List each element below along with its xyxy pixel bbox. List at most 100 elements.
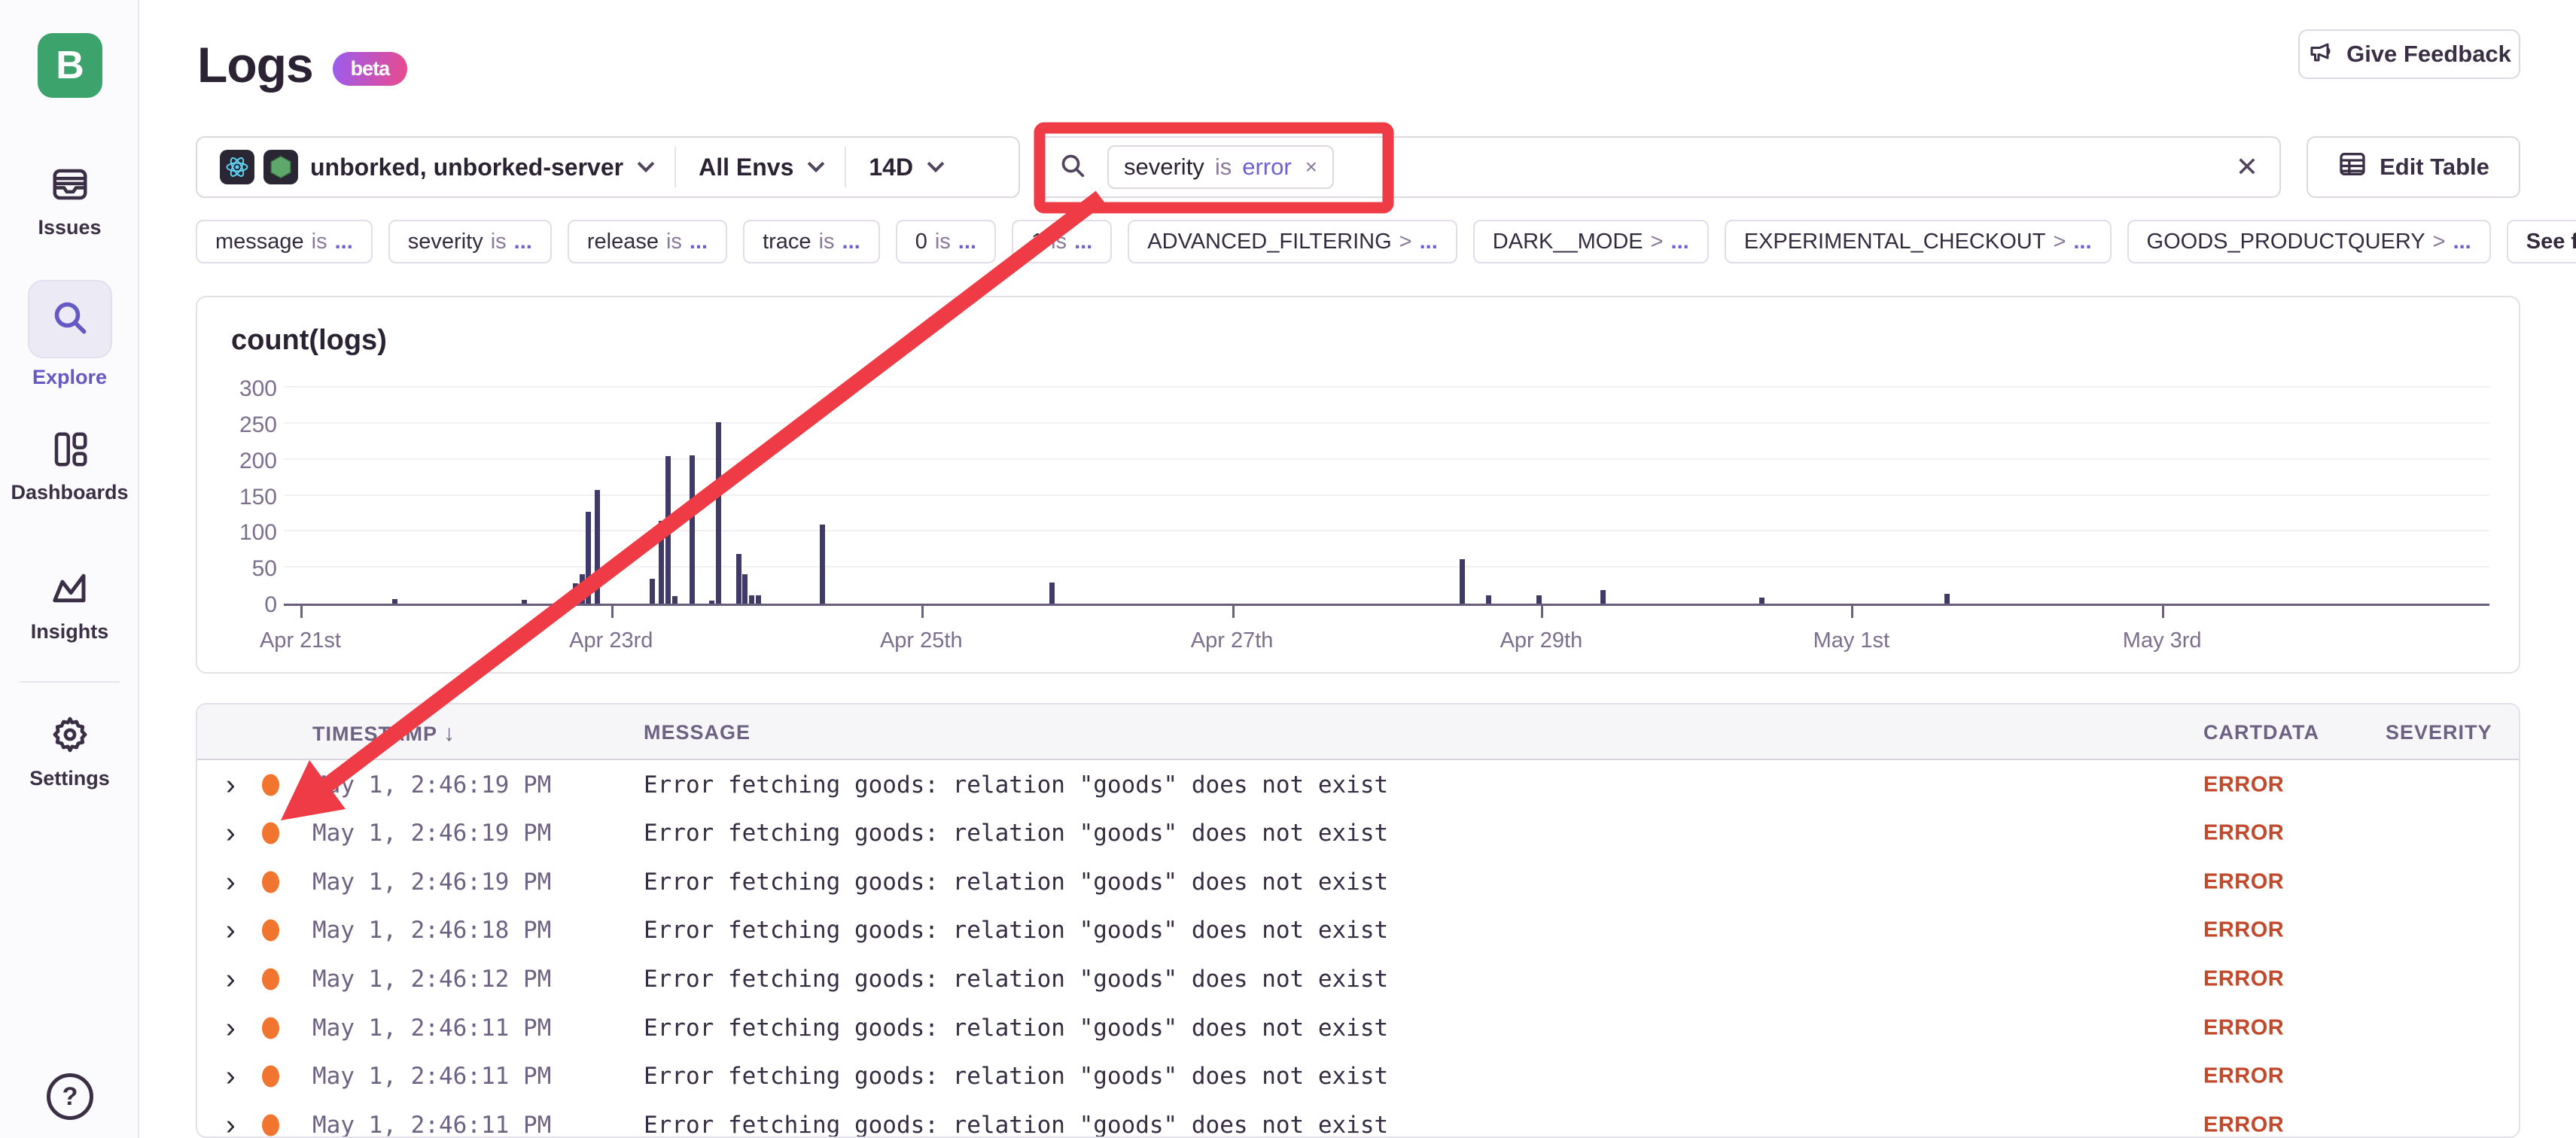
chip-value: ... (1420, 230, 1438, 254)
sidebar-item-explore[interactable]: Explore (0, 280, 139, 389)
clear-search-icon[interactable]: ✕ (2236, 151, 2258, 183)
expand-row-chevron-icon[interactable]: › (226, 1014, 236, 1042)
column-header-severity[interactable]: SEVERITY (2386, 721, 2492, 744)
gear-icon (49, 746, 91, 759)
chip-operator: > (1651, 230, 1664, 254)
help-question-mark: ? (62, 1082, 78, 1112)
chart-bar (1600, 590, 1606, 604)
date-range-selector[interactable]: 14D (846, 138, 964, 196)
expand-row-chevron-icon[interactable]: › (226, 965, 236, 993)
log-timestamp: May 1, 2:46:18 PM (312, 917, 551, 944)
filter-chip-trace[interactable]: traceis... (743, 220, 880, 263)
search-filter-token[interactable]: severity is error × (1107, 145, 1334, 189)
environment-selector[interactable]: All Envs (676, 138, 845, 196)
filter-chip-release[interactable]: releaseis... (568, 220, 727, 263)
column-header-timestamp[interactable]: TIMESTAMP ↓ (312, 721, 455, 747)
sort-descending-icon: ↓ (443, 721, 455, 746)
chart-plot-area[interactable]: Apr 21stApr 23rdApr 25thApr 27thApr 29th… (284, 390, 2489, 606)
org-logo[interactable]: B (38, 33, 102, 98)
token-value: error (1242, 154, 1291, 181)
project-selector[interactable]: unborked, unborked-server (197, 138, 674, 196)
sidebar-item-dashboards[interactable]: Dashboards (0, 429, 139, 504)
chart-title: count(logs) (231, 324, 387, 357)
give-feedback-button[interactable]: Give Feedback (2298, 29, 2520, 79)
x-axis-tick (611, 606, 614, 618)
log-row[interactable]: ›May 1, 2:46:11 PMError fetching goods: … (197, 1052, 2519, 1101)
y-axis-tick-label: 0 (208, 592, 277, 618)
column-header-message[interactable]: MESSAGE (644, 721, 751, 744)
log-row[interactable]: ›May 1, 2:46:19 PMError fetching goods: … (197, 809, 2519, 858)
expand-row-chevron-icon[interactable]: › (226, 868, 236, 896)
beta-badge: beta (333, 52, 408, 86)
y-axis-tick-label: 100 (208, 520, 277, 546)
sidebar-item-insights[interactable]: Insights (0, 568, 139, 644)
table-icon (2337, 149, 2367, 185)
log-row[interactable]: ›May 1, 2:46:11 PMError fetching goods: … (197, 1100, 2519, 1138)
expand-row-chevron-icon[interactable]: › (226, 819, 236, 847)
x-axis-tick-label: Apr 23rd (569, 628, 653, 653)
filter-chip-1[interactable]: 1is... (1012, 220, 1112, 263)
chart-bar (756, 595, 761, 604)
sidebar-item-settings[interactable]: Settings (0, 714, 139, 790)
token-operator: is (1215, 154, 1232, 181)
chip-value: ... (514, 230, 532, 254)
chip-key: release (587, 230, 659, 254)
chip-operator: > (1399, 230, 1412, 254)
help-button[interactable]: ? (47, 1073, 93, 1120)
dashboards-icon (50, 460, 90, 473)
chart-bar (709, 601, 714, 604)
severity-dot-icon (262, 823, 279, 844)
chip-key: 1 (1031, 230, 1043, 254)
sidebar-item-issues[interactable]: Issues (0, 164, 139, 239)
expand-row-chevron-icon[interactable]: › (226, 916, 236, 945)
severity-dot-icon (262, 1066, 279, 1088)
expand-row-chevron-icon[interactable]: › (226, 1062, 236, 1091)
edit-table-button[interactable]: Edit Table (2307, 136, 2520, 198)
column-header-cartdata[interactable]: CARTDATA (2203, 721, 2319, 744)
x-axis-tick (300, 606, 303, 618)
see-full-list-button[interactable]: See full list (2507, 220, 2576, 263)
filter-chip-message[interactable]: messageis... (196, 220, 373, 263)
log-timestamp: May 1, 2:46:19 PM (312, 771, 551, 799)
chart-bar (672, 596, 677, 604)
chart-bar (1759, 598, 1765, 604)
chip-value: ... (690, 230, 708, 254)
x-axis-tick-label: Apr 25th (880, 628, 963, 653)
filter-chip-severity[interactable]: severityis... (388, 220, 552, 263)
filter-chip-dark__mode[interactable]: DARK__MODE>... (1473, 220, 1709, 263)
chart-bar (820, 525, 825, 604)
chip-value: ... (2073, 230, 2091, 254)
severity-dot-icon (262, 968, 279, 990)
chart-bar (392, 599, 397, 604)
log-row[interactable]: ›May 1, 2:46:18 PMError fetching goods: … (197, 906, 2519, 955)
issues-icon (50, 195, 90, 208)
x-axis-tick-label: Apr 29th (1500, 628, 1583, 653)
sidebar-divider (20, 681, 120, 683)
chart-bar (665, 456, 671, 604)
token-remove-icon[interactable]: × (1305, 155, 1317, 179)
expand-row-chevron-icon[interactable]: › (226, 771, 236, 799)
log-search-input[interactable]: severity is error × ✕ (1035, 136, 2281, 198)
expand-row-chevron-icon[interactable]: › (226, 1111, 236, 1138)
chip-key: ADVANCED_FILTERING (1147, 230, 1391, 254)
filter-chip-goods_productquery[interactable]: GOODS_PRODUCTQUERY>... (2127, 220, 2491, 263)
log-row[interactable]: ›May 1, 2:46:19 PMError fetching goods: … (197, 857, 2519, 906)
severity-dot-icon (262, 871, 279, 893)
log-message: Error fetching goods: relation "goods" d… (644, 1063, 1388, 1090)
log-row[interactable]: ›May 1, 2:46:11 PMError fetching goods: … (197, 1003, 2519, 1052)
chip-key: 0 (915, 230, 927, 254)
sidebar-item-label: Dashboards (0, 481, 139, 504)
sidebar: B Issues Explore (0, 0, 139, 1138)
chip-operator: > (2053, 230, 2066, 254)
severity-dot-icon (262, 920, 279, 942)
filter-chip-experimental_checkout[interactable]: EXPERIMENTAL_CHECKOUT>... (1725, 220, 2112, 263)
filter-chip-0[interactable]: 0is... (896, 220, 996, 263)
org-logo-letter: B (56, 43, 84, 88)
chart-bar (1460, 559, 1465, 604)
x-axis-tick (2162, 606, 2164, 618)
x-axis-tick (1851, 606, 1853, 618)
page-filter-bar: unborked, unborked-server All Envs 14D (196, 136, 1020, 198)
filter-chip-advanced_filtering[interactable]: ADVANCED_FILTERING >... (1128, 220, 1457, 263)
log-row[interactable]: ›May 1, 2:46:12 PMError fetching goods: … (197, 954, 2519, 1003)
log-row[interactable]: ›May 1, 2:46:19 PMError fetching goods: … (197, 760, 2519, 809)
